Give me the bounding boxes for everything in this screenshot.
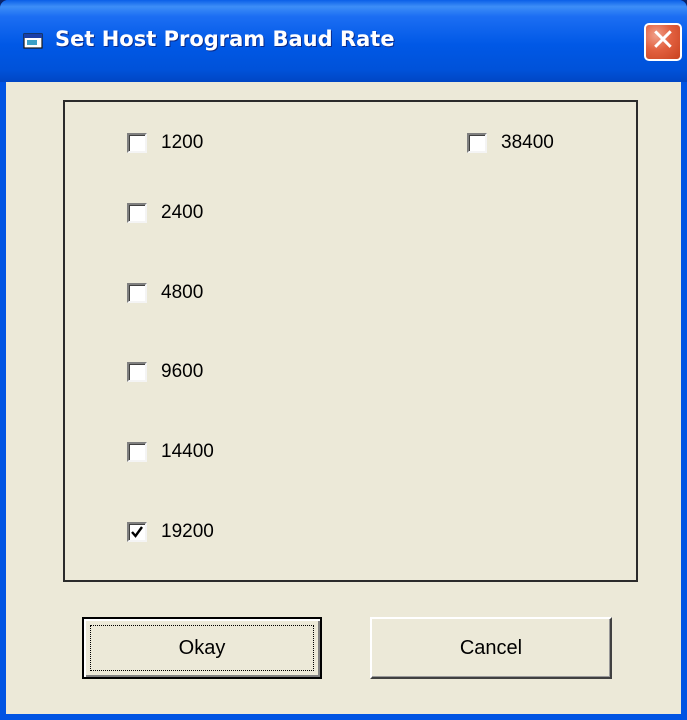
option-2400[interactable]: 2400 xyxy=(127,201,203,225)
close-icon: ✕ xyxy=(650,23,676,58)
option-19200[interactable]: 19200 xyxy=(127,520,214,544)
option-label: 1200 xyxy=(161,132,204,153)
option-9600[interactable]: 9600 xyxy=(127,360,203,384)
option-38400[interactable]: 38400 xyxy=(467,131,554,155)
checkbox-9600[interactable] xyxy=(127,362,147,382)
cancel-button[interactable]: Cancel xyxy=(370,617,612,679)
dialog-body: 1200 2400 4800 9600 14400 19200 38400 Ok… xyxy=(6,82,681,714)
option-label: 9600 xyxy=(161,361,204,382)
baud-rate-group: 1200 2400 4800 9600 14400 19200 38400 xyxy=(63,100,638,582)
option-label: 2400 xyxy=(161,202,204,223)
checkbox-38400[interactable] xyxy=(467,133,487,153)
checkmark-icon xyxy=(131,526,143,538)
checkbox-1200[interactable] xyxy=(127,133,147,153)
option-14400[interactable]: 14400 xyxy=(127,440,214,464)
option-1200[interactable]: 1200 xyxy=(127,131,203,155)
okay-button[interactable]: Okay xyxy=(82,617,322,679)
option-label: 38400 xyxy=(501,132,554,153)
window-title: Set Host Program Baud Rate xyxy=(55,27,395,51)
close-button[interactable]: ✕ xyxy=(644,23,682,61)
dialog-window: Set Host Program Baud Rate ✕ 1200 2400 4… xyxy=(0,0,687,720)
option-4800[interactable]: 4800 xyxy=(127,281,203,305)
cancel-button-label: Cancel xyxy=(459,636,523,659)
option-label: 4800 xyxy=(161,282,204,303)
option-label: 14400 xyxy=(161,441,214,462)
app-window-icon xyxy=(23,33,43,49)
focus-rect xyxy=(90,625,314,671)
title-bar[interactable]: Set Host Program Baud Rate ✕ xyxy=(0,0,687,82)
checkbox-2400[interactable] xyxy=(127,203,147,223)
checkbox-14400[interactable] xyxy=(127,442,147,462)
checkbox-4800[interactable] xyxy=(127,283,147,303)
checkbox-19200[interactable] xyxy=(127,522,147,542)
option-label: 19200 xyxy=(161,521,214,542)
